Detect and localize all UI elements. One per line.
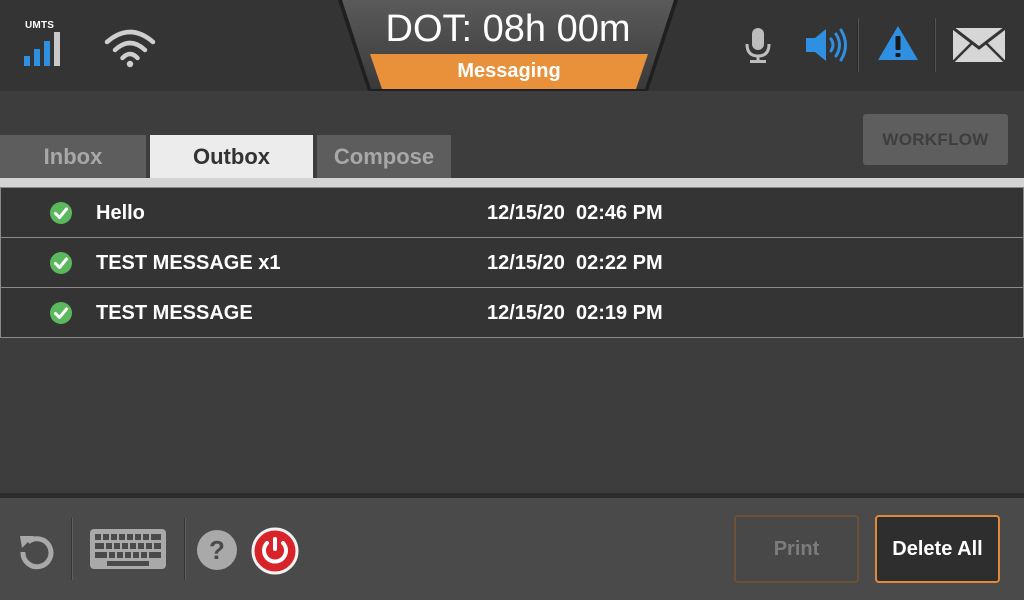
list-item[interactable]: TEST MESSAGE 12/15/20 02:19 PM (0, 287, 1024, 338)
power-icon[interactable] (251, 527, 299, 575)
message-date: 12/15/20 02:46 PM (487, 202, 663, 224)
help-icon[interactable]: ? (196, 529, 238, 571)
top-bar: UMTS DOT: 08h 00m Messaging (0, 0, 1024, 91)
tab-compose[interactable]: Compose (317, 135, 451, 178)
microphone-icon[interactable] (742, 26, 774, 64)
dot-timer: DOT: 08h 00m (385, 8, 631, 50)
network-type-label: UMTS (25, 20, 55, 31)
list-item[interactable]: TEST MESSAGE x1 12/15/20 02:22 PM (0, 237, 1024, 288)
signal-indicator: UMTS (22, 18, 68, 70)
message-date: 12/15/20 02:19 PM (487, 302, 663, 324)
tab-outbox[interactable]: Outbox (150, 135, 313, 178)
wifi-icon (104, 29, 156, 68)
list-item[interactable]: Hello 12/15/20 02:46 PM (0, 187, 1024, 238)
separator (71, 518, 73, 580)
warning-icon[interactable] (876, 24, 920, 62)
separator (184, 518, 186, 580)
message-subject: TEST MESSAGE (96, 302, 253, 324)
keyboard-icon[interactable] (89, 528, 167, 570)
message-subject: TEST MESSAGE x1 (96, 252, 281, 274)
message-date: 12/15/20 02:22 PM (487, 252, 663, 274)
check-icon (50, 252, 72, 274)
speaker-icon[interactable] (804, 26, 850, 64)
message-subject: Hello (96, 202, 145, 224)
separator (857, 18, 859, 72)
print-button[interactable]: Print (734, 515, 859, 583)
check-icon (50, 302, 72, 324)
check-icon (50, 202, 72, 224)
mail-icon[interactable] (952, 27, 1006, 63)
workflow-button[interactable]: WORKFLOW (863, 114, 1008, 165)
delete-all-button[interactable]: Delete All (875, 515, 1000, 583)
section-title: Messaging (457, 60, 561, 82)
tab-underline (0, 178, 1024, 187)
svg-text:?: ? (209, 535, 225, 565)
separator (934, 18, 936, 72)
refresh-icon[interactable] (17, 530, 57, 570)
tab-inbox[interactable]: Inbox (0, 135, 146, 178)
